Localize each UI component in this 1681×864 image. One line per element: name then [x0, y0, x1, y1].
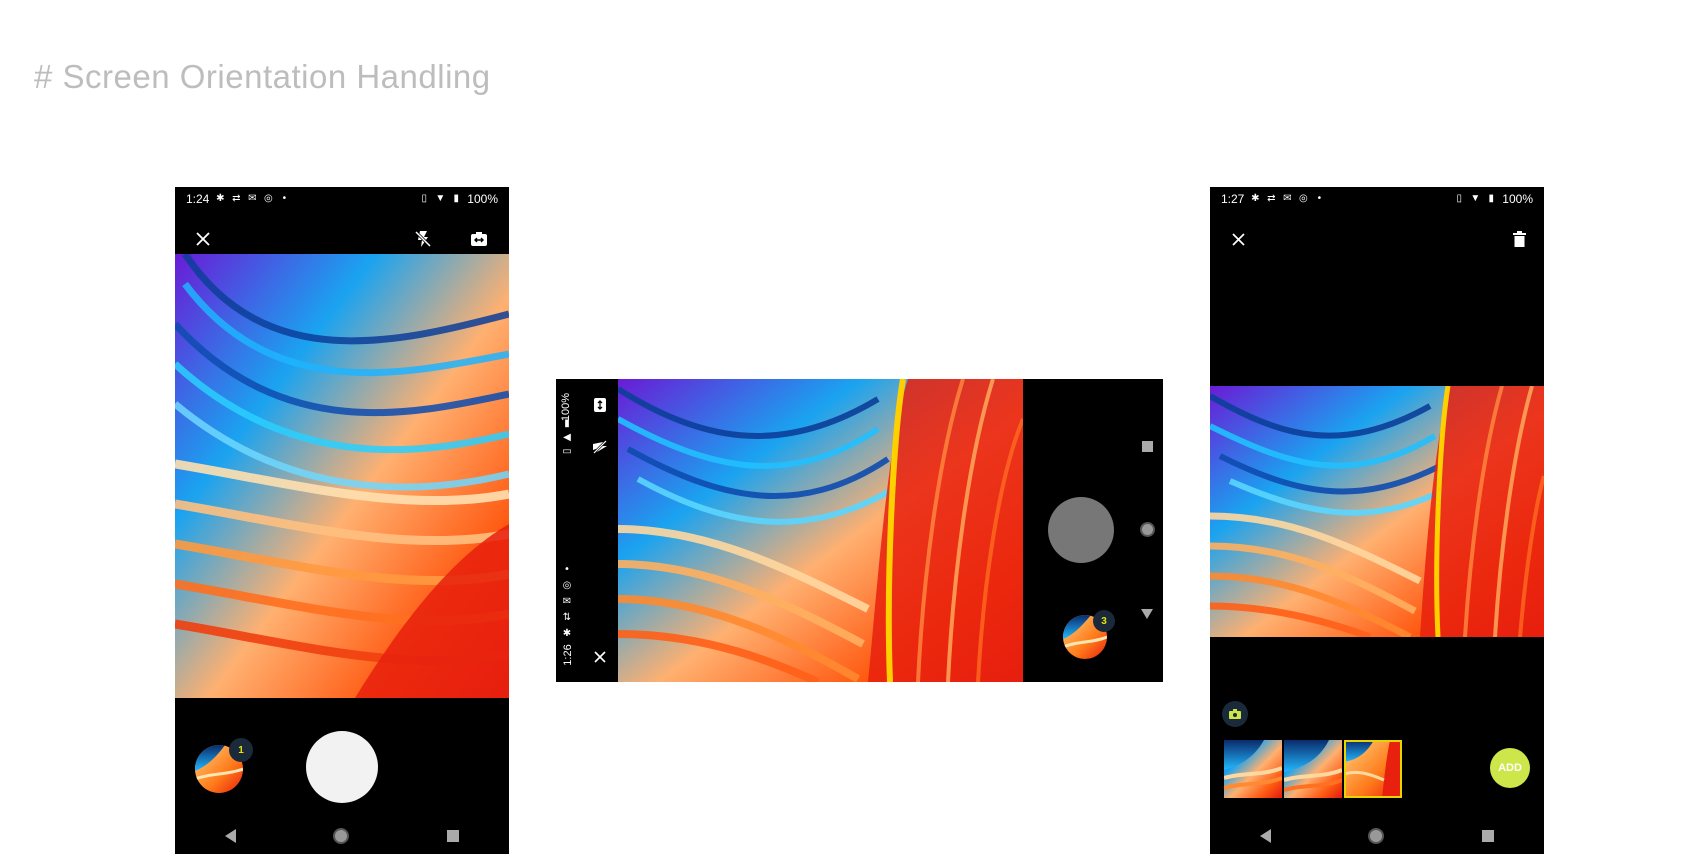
- mail-notif-icon: ✉: [248, 193, 257, 204]
- mail-notif-icon: ✉: [562, 596, 572, 607]
- battery-percent: 100%: [1502, 192, 1533, 206]
- close-icon[interactable]: [1226, 227, 1250, 251]
- sync-notif-icon: ⇅: [562, 612, 572, 623]
- switch-camera-icon[interactable]: [467, 227, 491, 251]
- page-title: # Screen Orientation Handling: [34, 58, 491, 95]
- nav-bar: [1138, 379, 1158, 682]
- flash-off-icon[interactable]: [590, 437, 610, 457]
- phone-landscape-camera: 1:26 100% ▮ ◀ ▭ • ◎ ✉ ⇅ ✱ 3: [556, 379, 1163, 682]
- wifi-icon: ▼: [1470, 193, 1481, 204]
- camera-preview: [616, 379, 1025, 682]
- sync-notif-icon: ⇄: [232, 193, 241, 204]
- recents-icon[interactable]: [447, 830, 460, 842]
- delete-icon[interactable]: [1507, 227, 1531, 251]
- home-icon[interactable]: [1370, 830, 1383, 842]
- nav-bar: [1210, 823, 1544, 849]
- camera-icon: [1229, 709, 1241, 719]
- battery-icon: ▮: [453, 193, 460, 204]
- dot-notif-icon: •: [282, 193, 287, 204]
- vibrate-icon: ▯: [1456, 193, 1463, 204]
- circle-notif-icon: ◎: [1298, 193, 1308, 204]
- home-icon[interactable]: [335, 830, 348, 842]
- battery-icon: ▮: [564, 418, 570, 429]
- shutter-button[interactable]: [306, 731, 378, 803]
- mail-notif-icon: ✉: [1283, 193, 1292, 204]
- status-bar-rotated: 1:26 100% ▮ ◀ ▭ • ◎ ✉ ⇅ ✱: [556, 379, 578, 682]
- back-icon[interactable]: [1141, 609, 1153, 619]
- photo-count-badge: 1: [229, 738, 253, 762]
- status-time: 1:27: [1221, 192, 1245, 206]
- settings-notif-icon: ✱: [562, 628, 572, 639]
- phone-portrait-camera: 1:24 ✱ ⇄ ✉ ◎ • ▯ ▼ ▮ 100% 1: [175, 187, 509, 854]
- dot-notif-icon: •: [1317, 193, 1322, 204]
- add-button[interactable]: ADD: [1490, 748, 1530, 788]
- phone-review-screen: 1:27 ✱ ⇄ ✉ ◎ • ▯ ▼ ▮ 100% ADD: [1210, 187, 1544, 854]
- nav-bar: [175, 823, 509, 849]
- camera-preview: [175, 252, 509, 698]
- status-bar: 1:27 ✱ ⇄ ✉ ◎ • ▯ ▼ ▮ 100%: [1210, 189, 1544, 209]
- status-bar: 1:24 ✱ ⇄ ✉ ◎ • ▯ ▼ ▮ 100%: [175, 189, 509, 209]
- status-time: 1:26: [562, 644, 574, 666]
- thumbnail-1[interactable]: [1224, 740, 1282, 798]
- wifi-icon: ▼: [435, 193, 446, 204]
- status-time: 1:24: [186, 192, 210, 206]
- vibrate-icon: ▭: [562, 446, 572, 457]
- flash-off-icon[interactable]: [411, 227, 435, 251]
- back-icon[interactable]: [224, 829, 236, 843]
- vibrate-icon: ▯: [421, 193, 428, 204]
- sync-notif-icon: ⇄: [1267, 193, 1276, 204]
- wifi-icon: ◀: [563, 432, 571, 443]
- back-icon[interactable]: [1259, 829, 1271, 843]
- recents-icon[interactable]: [1482, 830, 1495, 842]
- battery-icon: ▮: [1488, 193, 1495, 204]
- circle-notif-icon: ◎: [562, 580, 572, 591]
- switch-camera-icon[interactable]: [590, 395, 610, 415]
- close-icon[interactable]: [191, 227, 215, 251]
- circle-notif-icon: ◎: [263, 193, 273, 204]
- photo-count-badge: 3: [1093, 610, 1115, 632]
- shutter-button[interactable]: [1048, 497, 1114, 563]
- camera-mini-button[interactable]: [1222, 701, 1248, 727]
- settings-notif-icon: ✱: [216, 193, 225, 204]
- battery-percent: 100%: [467, 192, 498, 206]
- close-icon[interactable]: [590, 647, 610, 667]
- home-icon[interactable]: [1142, 524, 1153, 535]
- thumbnail-2[interactable]: [1284, 740, 1342, 798]
- recents-icon[interactable]: [1142, 441, 1153, 452]
- dot-notif-icon: •: [564, 564, 570, 575]
- settings-notif-icon: ✱: [1251, 193, 1260, 204]
- thumbnail-3-selected[interactable]: [1344, 740, 1402, 798]
- review-photo: [1210, 385, 1544, 641]
